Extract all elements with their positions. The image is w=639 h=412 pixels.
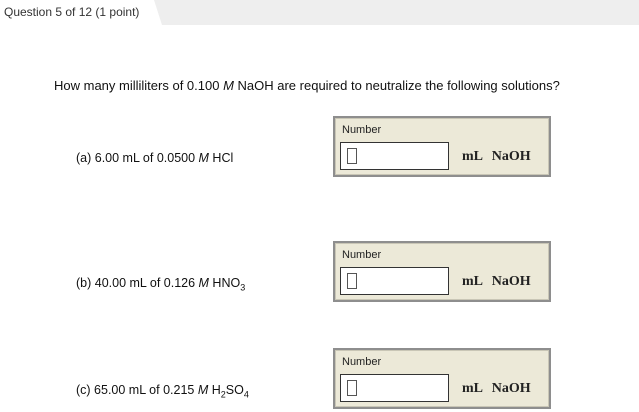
- part-text: (b) 40.00 mL of 0.126: [76, 276, 199, 290]
- number-input-b[interactable]: [340, 267, 449, 295]
- input-placeholder-icon: [347, 380, 357, 396]
- subscript: 4: [243, 389, 249, 400]
- formula: HNO: [208, 276, 241, 290]
- question-tab: Question 5 of 12 (1 point): [0, 0, 162, 25]
- answer-box-c: Number mL NaOH: [333, 348, 551, 409]
- unit-label: mL NaOH: [462, 149, 531, 164]
- number-label: Number: [342, 249, 382, 261]
- part-b-label: (b) 40.00 mL of 0.126 M HNO3: [76, 276, 245, 293]
- number-label: Number: [342, 356, 382, 368]
- part-text: (a) 6.00 mL of 0.0500: [76, 151, 199, 165]
- question-prompt: How many milliliters of 0.100 M NaOH are…: [54, 78, 560, 93]
- part-c-label: (c) 65.00 mL of 0.215 M H2SO4: [76, 383, 249, 400]
- prompt-text: How many milliliters of 0.100: [54, 78, 224, 93]
- header-bar: Question 5 of 12 (1 point): [0, 0, 639, 25]
- molarity-symbol: M: [223, 78, 234, 93]
- number-input-c[interactable]: [340, 374, 449, 402]
- formula: H: [208, 383, 221, 397]
- question-title: Question 5 of 12 (1 point): [4, 5, 140, 19]
- formula: HCl: [208, 151, 234, 165]
- answer-box-a: Number mL NaOH: [333, 116, 551, 177]
- input-placeholder-icon: [347, 273, 357, 289]
- number-label: Number: [342, 124, 382, 136]
- unit-label: mL NaOH: [462, 274, 531, 289]
- part-a-label: (a) 6.00 mL of 0.0500 M HCl: [76, 151, 233, 165]
- formula: SO: [225, 383, 244, 397]
- part-text: (c) 65.00 mL of 0.215: [76, 383, 198, 397]
- molarity-symbol: M: [197, 383, 209, 397]
- answer-box-b: Number mL NaOH: [333, 241, 551, 302]
- input-placeholder-icon: [347, 148, 357, 164]
- unit-label: mL NaOH: [462, 381, 531, 396]
- number-input-a[interactable]: [340, 142, 449, 170]
- prompt-text: NaOH are required to neutralize the foll…: [233, 78, 560, 93]
- subscript: 3: [240, 282, 246, 293]
- molarity-symbol: M: [198, 276, 209, 290]
- molarity-symbol: M: [198, 151, 209, 165]
